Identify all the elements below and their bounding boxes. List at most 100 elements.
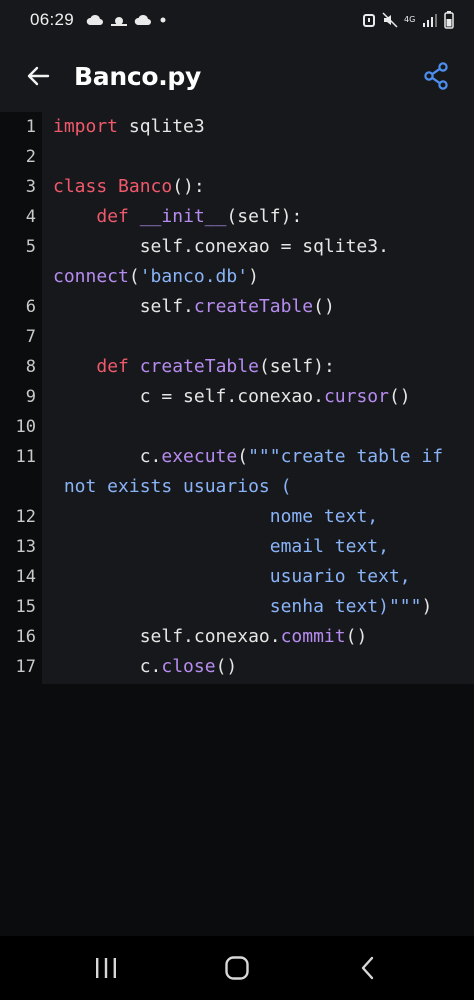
code-text: def createTable(self): [53,352,335,382]
code-token: close [161,656,216,677]
code-text: self.createTable() [53,292,335,322]
code-text: self.conexao = sqlite3. [53,232,389,262]
code-token: () [388,386,411,407]
code-text: import sqlite3 [53,112,205,142]
share-button[interactable] [416,56,456,96]
recents-icon [95,958,116,978]
code-token: def [96,356,129,377]
code-line: 15 senha text)""") [0,592,474,622]
code-token: ( [128,266,140,287]
line-number: 9 [25,387,36,407]
line-number: 3 [25,177,36,197]
code-text: senha text)""") [53,592,433,622]
battery-icon [444,11,454,29]
mute-icon [382,12,398,28]
code-token: ) [421,596,433,617]
notification-icons [86,13,168,27]
code-token: () [345,626,368,647]
code-token: (self): [258,356,335,377]
code-token: connect [53,266,129,287]
line-number: 5 [25,237,36,257]
nav-back-button[interactable] [338,943,398,993]
back-button[interactable] [18,56,58,96]
line-number: 2 [25,147,36,167]
code-token: ) [248,266,259,287]
line-number: 10 [15,417,36,437]
line-number: 4 [25,207,36,227]
notification-dot-icon [160,17,166,23]
code-text: self.conexao.commit() [53,622,368,652]
code-editor[interactable]: 1 import sqlite3 2 3 class Banco(): 4 def __i… [0,112,474,684]
code-token: """create table if [248,446,444,467]
code-token: () [313,296,335,317]
code-text: email text, [53,532,389,562]
code-token: usuario text, [269,566,411,587]
code-token: __init__ [139,206,227,227]
signal-icon [423,14,437,27]
code-token: () [215,656,238,677]
empty-area [0,684,474,936]
line-number: 16 [15,627,36,647]
code-line: 11 c.execute("""create table if [0,442,474,472]
code-token: self.conexao. [53,626,281,647]
code-line: 7 [0,322,474,352]
code-line: connect('banco.db') [0,262,474,292]
code-line: 6 self.createTable() [0,292,474,322]
code-token: execute [161,446,238,467]
status-time: 06:29 [30,10,75,29]
code-token: import [53,116,119,137]
status-bar: 06:29 4G [0,0,474,40]
code-text: connect('banco.db') [53,262,259,292]
system-icons: 4G [362,11,454,29]
notification-cloud-icon [86,14,104,25]
code-text: nome text, [53,502,378,532]
code-token: class [53,176,108,197]
code-token: cursor [323,386,389,407]
code-token: (self): [226,206,303,227]
code-token: sqlite3 [118,116,205,137]
code-line: 5 self.conexao = sqlite3. [0,232,474,262]
line-number: 15 [15,597,36,617]
code-token: c = self.conexao. [53,386,324,407]
line-number: 14 [15,567,36,587]
code-token: createTable [139,356,259,377]
home-button[interactable] [207,943,267,993]
code-line: 10 [0,412,474,442]
line-number: 12 [15,507,36,527]
line-number: 11 [15,447,36,467]
notification-cloud-icon-2 [134,14,152,25]
code-line: 1 import sqlite3 [0,112,474,142]
code-line: 2 [0,142,474,172]
code-line: 4 def __init__(self): [0,202,474,232]
code-token: not exists usuarios ( [53,476,292,497]
recents-button[interactable] [76,943,136,993]
code-text: c.close() [53,652,238,682]
code-text: def __init__(self): [53,202,302,232]
navigation-bar [0,936,474,1000]
share-icon [424,62,448,90]
code-text: c.execute("""create table if [53,442,443,472]
code-text: usuario text, [53,562,411,592]
code-token: Banco [118,176,173,197]
code-line: 8 def createTable(self): [0,352,474,382]
code-token: c. [53,656,162,677]
line-number: 17 [15,657,36,677]
code-token: self. [53,296,194,317]
code-text: c = self.conexao.cursor() [53,382,411,412]
code-token: senha text)""" [269,596,422,617]
code-line: not exists usuarios ( [0,472,474,502]
code-text: not exists usuarios ( [53,472,292,502]
code-line: 17 c.close() [0,652,474,682]
line-number: 8 [25,357,36,377]
code-token: email text, [269,536,389,557]
code-token: ( [237,446,249,467]
app-bar: Banco.py [0,40,474,112]
